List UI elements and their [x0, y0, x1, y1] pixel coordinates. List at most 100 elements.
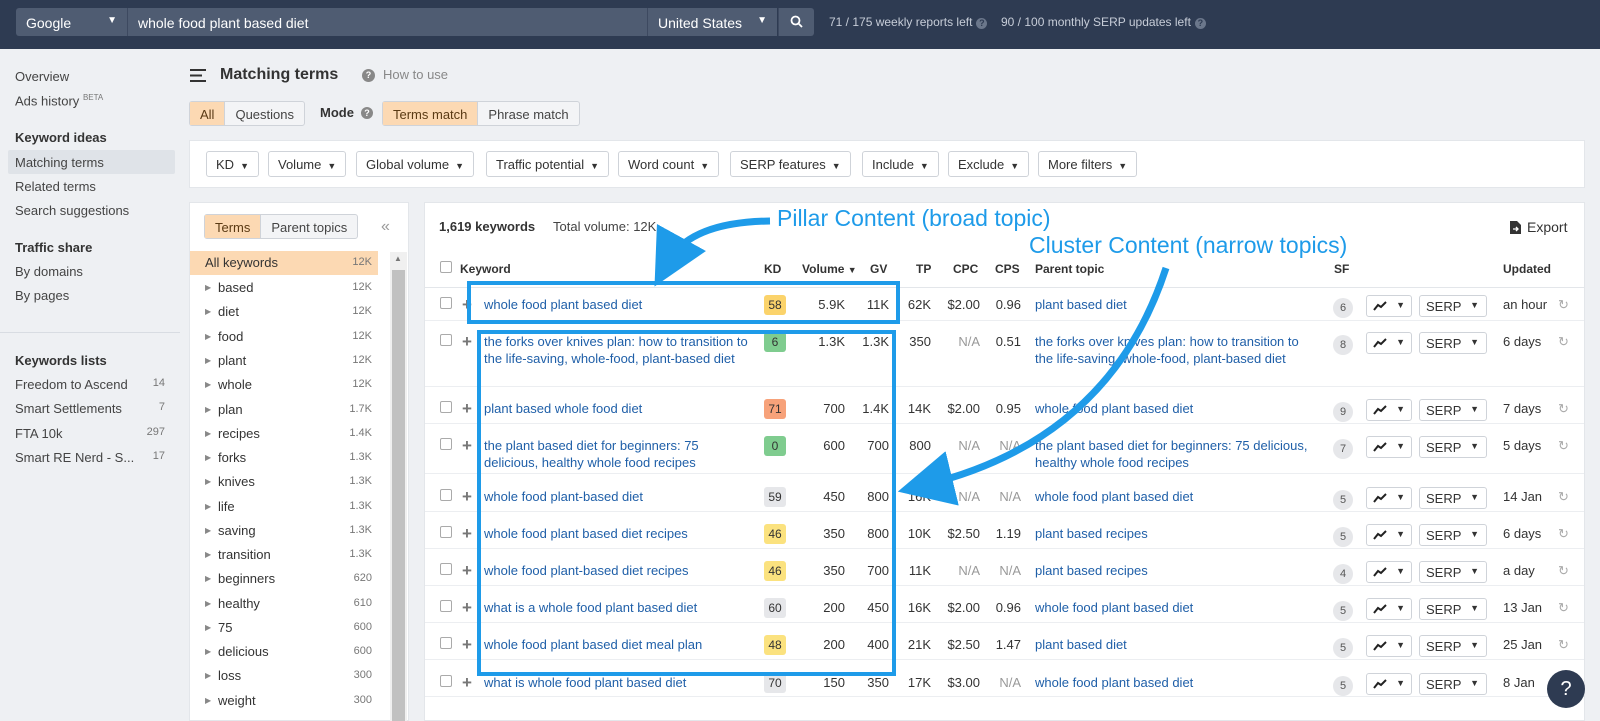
nav-related-terms[interactable]: Related terms	[15, 179, 96, 194]
tab-all[interactable]: All	[190, 102, 226, 125]
add-to-list-icon[interactable]: +	[462, 674, 472, 691]
serp-dropdown[interactable]: SERP ▼	[1419, 561, 1487, 583]
add-to-list-icon[interactable]: +	[462, 525, 472, 542]
trend-dropdown[interactable]: ▼	[1366, 487, 1412, 509]
add-to-list-icon[interactable]: +	[462, 636, 472, 653]
term-item[interactable]: ▶ whole 12K	[190, 373, 378, 397]
column-tp[interactable]: TP	[916, 262, 931, 276]
term-item[interactable]: ▶ weight 300	[190, 689, 378, 713]
keyword-list-item[interactable]: Smart Settlements 7	[15, 401, 165, 416]
row-checkbox[interactable]	[440, 600, 452, 612]
parent-topic-link[interactable]: whole food plant based diet	[1035, 488, 1320, 505]
term-all-keywords[interactable]: All keywords 12K	[190, 251, 378, 275]
column-parent-topic[interactable]: Parent topic	[1035, 262, 1104, 276]
serp-features-badge[interactable]: 5	[1333, 490, 1353, 510]
serp-dropdown[interactable]: SERP ▼	[1419, 295, 1487, 317]
nav-matching-terms[interactable]: Matching terms	[15, 155, 104, 170]
term-item[interactable]: ▶ diet 12K	[190, 300, 378, 324]
term-item[interactable]: ▶ 75 600	[190, 616, 378, 640]
term-item[interactable]: ▶ life 1.3K	[190, 495, 378, 519]
column-cps[interactable]: CPS	[995, 262, 1020, 276]
term-item[interactable]: ▶ transition 1.3K	[190, 543, 378, 567]
trend-dropdown[interactable]: ▼	[1366, 399, 1412, 421]
parent-topic-link[interactable]: the plant based diet for beginners: 75 d…	[1035, 437, 1320, 471]
column-cpc[interactable]: CPC	[953, 262, 978, 276]
refresh-icon[interactable]: ↻	[1558, 334, 1569, 350]
trend-dropdown[interactable]: ▼	[1366, 561, 1412, 583]
column-volume[interactable]: Volume ▼	[802, 262, 857, 276]
serp-features-badge[interactable]: 6	[1333, 298, 1353, 318]
country-select[interactable]: United States ▼	[647, 8, 777, 36]
filter-word-count[interactable]: Word count ▼	[618, 151, 720, 177]
column-sf[interactable]: SF	[1334, 262, 1349, 276]
add-to-list-icon[interactable]: +	[462, 488, 472, 505]
add-to-list-icon[interactable]: +	[462, 400, 472, 417]
serp-dropdown[interactable]: SERP ▼	[1419, 399, 1487, 421]
term-item[interactable]: ▶ delicious 600	[190, 640, 378, 664]
how-to-use-link[interactable]: How to use	[383, 67, 448, 82]
row-checkbox[interactable]	[440, 334, 452, 346]
serp-dropdown[interactable]: SERP ▼	[1419, 487, 1487, 509]
help-button[interactable]: ?	[1547, 670, 1585, 708]
parent-topic-link[interactable]: whole food plant based diet	[1035, 674, 1320, 691]
nav-by-pages[interactable]: By pages	[15, 288, 69, 303]
parent-topic-link[interactable]: whole food plant based diet	[1035, 599, 1320, 616]
refresh-icon[interactable]: ↻	[1558, 526, 1569, 542]
trend-dropdown[interactable]: ▼	[1366, 436, 1412, 458]
filter-serp-features[interactable]: SERP features ▼	[730, 151, 851, 177]
refresh-icon[interactable]: ↻	[1558, 401, 1569, 417]
filter-volume[interactable]: Volume ▼	[268, 151, 347, 177]
tab-terms-match[interactable]: Terms match	[383, 102, 479, 125]
serp-features-badge[interactable]: 5	[1333, 638, 1353, 658]
term-item[interactable]: ▶ knives 1.3K	[190, 470, 378, 494]
serp-features-badge[interactable]: 7	[1333, 439, 1353, 459]
trend-dropdown[interactable]: ▼	[1366, 524, 1412, 546]
serp-features-badge[interactable]: 4	[1333, 564, 1353, 584]
parent-topic-link[interactable]: plant based recipes	[1035, 525, 1320, 542]
row-checkbox[interactable]	[440, 401, 452, 413]
term-item[interactable]: ▶ food 12K	[190, 325, 378, 349]
serp-dropdown[interactable]: SERP ▼	[1419, 673, 1487, 695]
row-checkbox[interactable]	[440, 637, 452, 649]
search-engine-select[interactable]: Google ▼	[16, 8, 127, 36]
parent-topic-link[interactable]: plant based diet	[1035, 296, 1320, 313]
serp-features-badge[interactable]: 5	[1333, 601, 1353, 621]
serp-dropdown[interactable]: SERP ▼	[1419, 332, 1487, 354]
refresh-icon[interactable]: ↻	[1558, 438, 1569, 454]
refresh-icon[interactable]: ↻	[1558, 563, 1569, 579]
select-all-checkbox[interactable]	[440, 261, 452, 273]
trend-dropdown[interactable]: ▼	[1366, 635, 1412, 657]
trend-dropdown[interactable]: ▼	[1366, 332, 1412, 354]
keyword-list-item[interactable]: Freedom to Ascend 14	[15, 377, 165, 392]
tab-questions[interactable]: Questions	[225, 102, 304, 125]
collapse-panel-icon[interactable]: «	[381, 218, 390, 236]
filter-exclude[interactable]: Exclude ▼	[948, 151, 1030, 177]
help-icon[interactable]: ?	[976, 18, 988, 29]
help-icon[interactable]: ?	[1194, 18, 1206, 29]
nav-by-domains[interactable]: By domains	[15, 264, 83, 279]
row-checkbox[interactable]	[440, 489, 452, 501]
parent-topic-link[interactable]: whole food plant based diet	[1035, 400, 1320, 417]
serp-features-badge[interactable]: 5	[1333, 676, 1353, 696]
refresh-icon[interactable]: ↻	[1558, 637, 1569, 653]
help-icon[interactable]: ?	[361, 107, 373, 119]
term-item[interactable]: ▶ plant 12K	[190, 349, 378, 373]
column-gv[interactable]: GV	[870, 262, 887, 276]
serp-dropdown[interactable]: SERP ▼	[1419, 436, 1487, 458]
add-to-list-icon[interactable]: +	[462, 333, 472, 350]
refresh-icon[interactable]: ↻	[1558, 600, 1569, 616]
keyword-list-item[interactable]: Smart RE Nerd - S... 17	[15, 450, 165, 465]
scroll-up-icon[interactable]: ▲	[394, 254, 402, 263]
parent-topic-link[interactable]: plant based diet	[1035, 636, 1320, 653]
term-item[interactable]: ▶ recipes 1.4K	[190, 422, 378, 446]
help-icon[interactable]: ?	[362, 69, 375, 82]
term-item[interactable]: ▶ healthy 610	[190, 592, 378, 616]
column-updated[interactable]: Updated	[1503, 262, 1551, 276]
keyword-search-input[interactable]: whole food plant based diet	[127, 8, 647, 36]
trend-dropdown[interactable]: ▼	[1366, 598, 1412, 620]
filter-global-volume[interactable]: Global volume ▼	[356, 151, 475, 177]
column-keyword[interactable]: Keyword	[460, 262, 511, 276]
trend-dropdown[interactable]: ▼	[1366, 295, 1412, 317]
column-kd[interactable]: KD	[764, 262, 781, 276]
export-button[interactable]: Export	[1510, 219, 1567, 235]
